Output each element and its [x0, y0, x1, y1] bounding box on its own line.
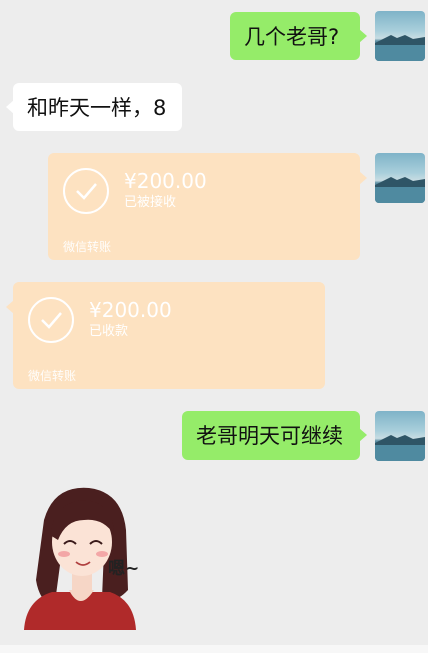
message-text: 老哥明天可继续 [196, 424, 343, 448]
transfer-footer: 微信转账 [63, 240, 112, 254]
my-avatar[interactable] [375, 153, 425, 203]
bottom-edge [0, 645, 428, 653]
sticker-caption: 嗯~ [108, 559, 140, 579]
transfer-card-received[interactable]: ¥200.00 已收款 微信转账 [6, 282, 325, 389]
girl-sticker-icon [24, 487, 136, 630]
check-circle-icon [28, 297, 74, 343]
received-text-bubble[interactable]: 和昨天一样，8 [6, 83, 182, 131]
transfer-status: 已收款 [89, 324, 129, 339]
lake-landscape-icon [375, 435, 425, 461]
sent-text-bubble[interactable]: 几个老哥? [230, 12, 367, 60]
transfer-amount: ¥200.00 [89, 298, 172, 322]
sent-text-bubble[interactable]: 老哥明天可继续 [182, 411, 367, 460]
transfer-amount: ¥200.00 [124, 169, 207, 193]
my-avatar[interactable] [375, 411, 425, 461]
message-text: 和昨天一样，8 [27, 96, 167, 120]
my-avatar[interactable] [375, 11, 425, 61]
message-text: 几个老哥? [244, 25, 340, 49]
lake-landscape-icon [375, 177, 425, 203]
transfer-status: 已被接收 [124, 195, 177, 210]
sticker-message[interactable]: 嗯~ [14, 480, 164, 630]
transfer-card-sent[interactable]: ¥200.00 已被接收 微信转账 [48, 153, 367, 260]
transfer-footer: 微信转账 [28, 369, 77, 383]
check-circle-icon [63, 168, 109, 214]
lake-landscape-icon [375, 35, 425, 61]
